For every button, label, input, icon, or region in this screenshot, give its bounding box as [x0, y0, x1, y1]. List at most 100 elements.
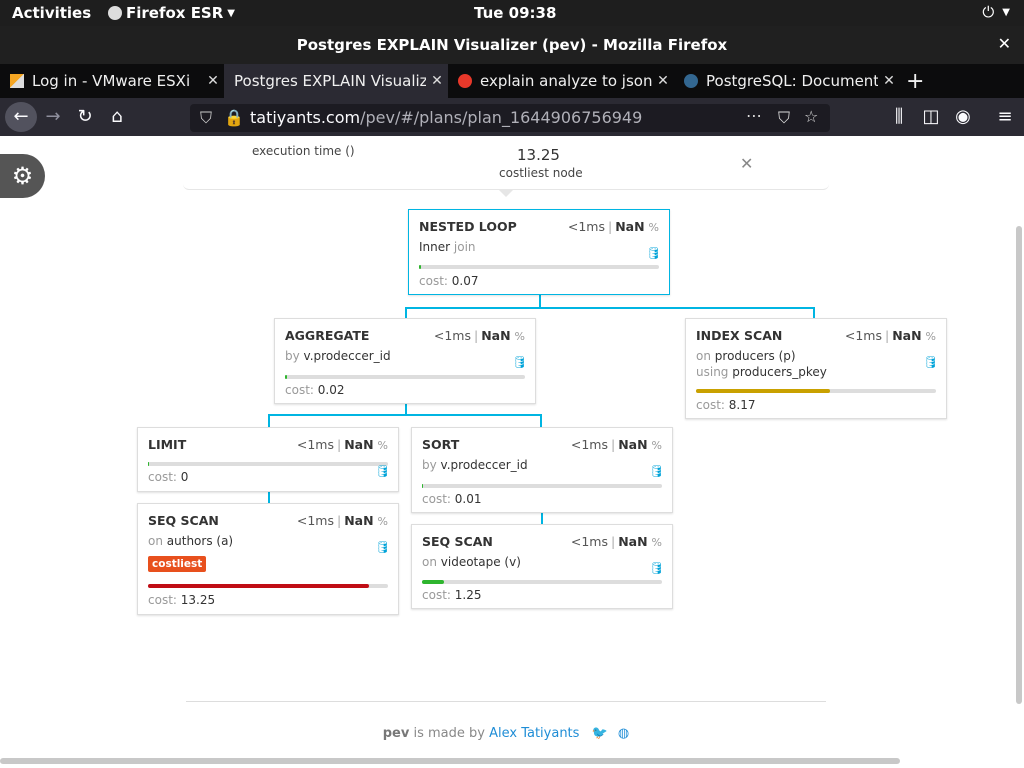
gear-icon: ⚙	[11, 162, 34, 190]
tab-vmware[interactable]: Log in - VMware ESXi ✕	[0, 64, 224, 98]
database-icon[interactable]: 🛢	[375, 464, 390, 478]
url-text: tatiyants.com/pev/#/plans/plan_164490675…	[250, 108, 642, 127]
close-tab-icon[interactable]: ✕	[426, 73, 448, 89]
page-footer: pev is made by Alex Tatiyants 🐦 ◍	[186, 701, 826, 741]
power-icon: ⏻	[982, 3, 995, 21]
node-cost: cost: 0.01	[422, 492, 482, 506]
cost-bar-fill	[422, 484, 424, 488]
database-icon[interactable]: 🛢	[923, 355, 938, 369]
node-timing: <1ms | NaN %	[570, 437, 662, 452]
window-title: Postgres EXPLAIN Visualizer (pev) - Mozi…	[296, 36, 728, 54]
author-link[interactable]: Alex Tatiyants	[489, 726, 579, 741]
database-icon[interactable]: 🛢	[646, 246, 661, 260]
node-detail: on authors (a)	[148, 534, 234, 548]
settings-gear-button[interactable]: ⚙	[0, 154, 45, 198]
insecure-lock-icon[interactable]: 🔒	[224, 108, 244, 127]
node-detail: on producers (p)	[696, 349, 796, 363]
plan-node-index-scan[interactable]: INDEX SCAN <1ms | NaN % on producers (p) u…	[685, 318, 947, 419]
plan-node-limit[interactable]: LIMIT <1ms | NaN % 🛢 cost: 0	[137, 427, 399, 492]
plan-node-nested-loop[interactable]: NESTED LOOP <1ms | NaN % Inner join 🛢 cost…	[408, 209, 670, 295]
connector-line	[405, 307, 815, 309]
sidebar-icon[interactable]: ◫	[916, 102, 946, 132]
costliest-node-label: costliest node	[499, 166, 583, 180]
close-tab-icon[interactable]: ✕	[202, 73, 224, 89]
node-title: SORT	[422, 437, 460, 452]
node-timing: <1ms | NaN %	[844, 328, 936, 343]
pocket-icon[interactable]: ⛉	[778, 108, 790, 128]
activities-button[interactable]: Activities	[12, 4, 91, 22]
made-by-text: is made by	[409, 726, 490, 741]
node-timing: <1ms | NaN %	[296, 513, 388, 528]
connector-line	[268, 414, 542, 416]
close-tab-icon[interactable]: ✕	[652, 73, 674, 89]
cost-bar	[285, 375, 525, 379]
vmware-icon	[10, 74, 24, 88]
node-title: INDEX SCAN	[696, 328, 783, 343]
horizontal-scrollbar[interactable]	[0, 758, 900, 764]
node-detail: by v.prodeccer_id	[422, 458, 528, 472]
connector-line	[541, 512, 543, 524]
twitter-icon[interactable]: 🐦	[592, 726, 608, 741]
cost-bar	[422, 580, 662, 584]
vertical-scrollbar[interactable]	[1016, 226, 1022, 704]
database-icon[interactable]: 🛢	[649, 561, 664, 575]
url-bar[interactable]: ⛉ 🔒 tatiyants.com/pev/#/plans/plan_16449…	[190, 104, 830, 132]
database-icon[interactable]: 🛢	[649, 464, 664, 478]
clock[interactable]: Tue 09:38	[474, 4, 556, 22]
database-icon[interactable]: 🛢	[375, 540, 390, 554]
costliest-node-value: 13.25	[517, 146, 560, 164]
cost-bar-fill	[148, 584, 369, 588]
cost-bar	[148, 462, 388, 466]
more-actions-icon[interactable]: ⋯	[746, 106, 762, 125]
connector-line	[540, 414, 542, 428]
reload-button[interactable]: ↻	[70, 102, 100, 132]
account-icon[interactable]: ◉	[948, 102, 978, 132]
tab-label: PostgreSQL: Documentation	[706, 72, 878, 90]
node-timing: <1ms | NaN %	[296, 437, 388, 452]
chevron-down-icon: ▼	[227, 7, 235, 19]
database-icon[interactable]: 🛢	[512, 355, 527, 369]
home-button[interactable]: ⌂	[102, 102, 132, 132]
chevron-down-icon: ▼	[1002, 6, 1010, 18]
close-window-button[interactable]: ✕	[998, 34, 1011, 53]
firefox-icon	[108, 6, 122, 20]
node-timing: <1ms | NaN %	[433, 328, 525, 343]
plan-summary: execution time () 13.25 costliest node ✕	[183, 136, 829, 197]
new-tab-button[interactable]: +	[900, 64, 930, 98]
library-icon[interactable]: ⫼	[884, 102, 914, 132]
system-menu[interactable]: ⏻ ▼	[982, 3, 1010, 21]
close-summary-icon[interactable]: ✕	[740, 154, 753, 173]
forward-button[interactable]: →	[38, 102, 68, 132]
tab-pev[interactable]: Postgres EXPLAIN Visualizer ✕	[224, 64, 448, 98]
plan-node-sort[interactable]: SORT <1ms | NaN % by v.prodeccer_id 🛢 cost…	[411, 427, 673, 513]
connector-line	[539, 294, 541, 308]
cost-bar	[148, 584, 388, 588]
app-menu[interactable]: Firefox ESR ▼	[108, 4, 235, 22]
tab-yandex[interactable]: explain analyze to json ✕	[448, 64, 674, 98]
node-cost: cost: 13.25	[148, 593, 216, 607]
url-host: tatiyants.com	[250, 108, 361, 127]
plan-node-seq-scan-videotape[interactable]: SEQ SCAN <1ms | NaN % on videotape (v) 🛢 c…	[411, 524, 673, 609]
tab-postgresql[interactable]: PostgreSQL: Documentation ✕	[674, 64, 900, 98]
bookmark-star-icon[interactable]: ☆	[804, 107, 818, 126]
shield-icon[interactable]: ⛉	[200, 108, 212, 128]
node-title: AGGREGATE	[285, 328, 370, 343]
plan-node-aggregate[interactable]: AGGREGATE <1ms | NaN % by v.prodeccer_id 🛢…	[274, 318, 536, 404]
node-detail: Inner join	[419, 240, 476, 254]
plan-node-seq-scan-authors[interactable]: SEQ SCAN <1ms | NaN % on authors (a) 🛢 cos…	[137, 503, 399, 615]
back-button[interactable]: ←	[5, 102, 37, 132]
cost-bar	[696, 389, 936, 393]
menu-icon[interactable]: ≡	[990, 102, 1020, 132]
node-timing: <1ms | NaN %	[570, 534, 662, 549]
node-title: SEQ SCAN	[148, 513, 219, 528]
connector-line	[268, 491, 270, 503]
node-cost: cost: 0	[148, 470, 189, 484]
cost-bar-fill	[696, 389, 831, 393]
github-icon[interactable]: ◍	[618, 726, 629, 741]
app-name: Firefox ESR	[126, 4, 224, 22]
system-top-bar: Activities Firefox ESR ▼ Tue 09:38 ⏻ ▼	[0, 0, 1024, 26]
summary-pointer	[499, 190, 513, 197]
cost-bar	[422, 484, 662, 488]
cost-bar	[419, 265, 659, 269]
close-tab-icon[interactable]: ✕	[878, 73, 900, 89]
